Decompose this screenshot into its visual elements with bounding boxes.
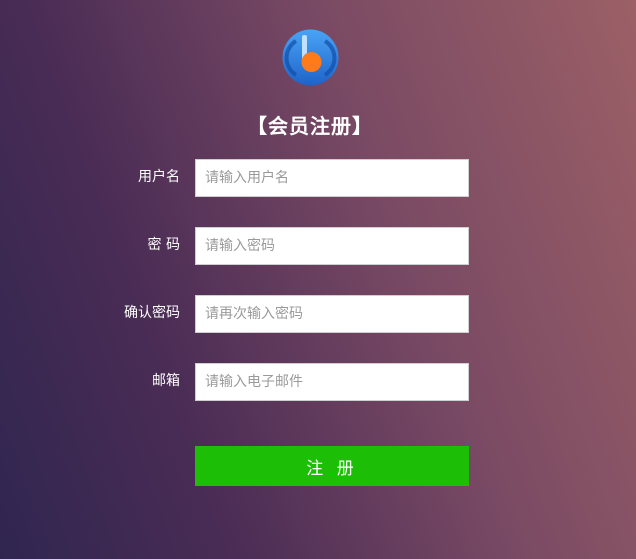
page-title: 【会员注册】 xyxy=(247,114,373,138)
confirm-password-input[interactable] xyxy=(195,295,469,333)
email-row: 邮箱 xyxy=(0,363,636,401)
email-label: 邮箱 xyxy=(152,373,180,389)
confirm-password-row: 确认密码 xyxy=(0,295,636,333)
username-row: 用户名 xyxy=(0,159,636,197)
registration-page: 【会员注册】 用户名 密 码 确认密码 邮箱 注 册 xyxy=(0,0,636,559)
password-input[interactable] xyxy=(195,227,469,265)
username-input[interactable] xyxy=(195,159,469,197)
app-logo-icon xyxy=(282,29,339,86)
username-label: 用户名 xyxy=(138,169,180,185)
password-row: 密 码 xyxy=(0,227,636,265)
confirm-password-label: 确认密码 xyxy=(124,305,180,321)
password-label: 密 码 xyxy=(147,237,180,253)
register-button[interactable]: 注 册 xyxy=(195,446,469,486)
email-input[interactable] xyxy=(195,363,469,401)
